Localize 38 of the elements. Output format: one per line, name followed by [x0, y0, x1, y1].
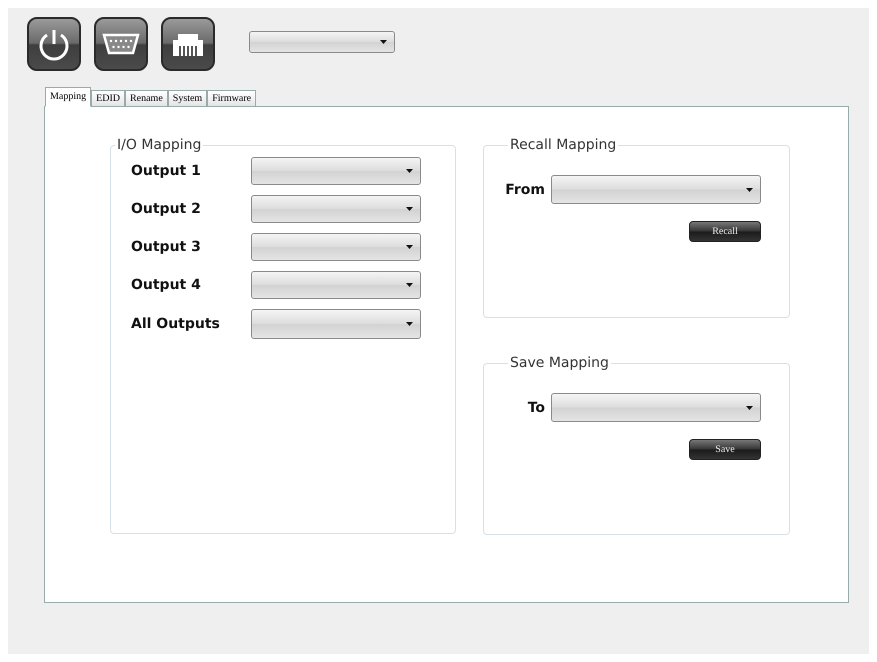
preset-dropdown[interactable]	[551, 393, 761, 422]
output-label: Output 3	[131, 239, 202, 255]
group-title: Save Mapping	[509, 355, 610, 371]
caret-icon	[380, 40, 387, 44]
caret-icon	[746, 188, 753, 192]
input-dropdown[interactable]	[251, 309, 421, 339]
serial-port-icon	[102, 33, 140, 55]
input-dropdown[interactable]	[251, 233, 421, 261]
power-button[interactable]	[27, 17, 81, 71]
group-title: I/O Mapping	[116, 137, 202, 153]
tab[interactable]: Rename	[125, 90, 168, 107]
tab[interactable]: System	[168, 90, 208, 107]
device-dropdown[interactable]	[249, 31, 395, 53]
caret-icon	[406, 207, 413, 211]
input-dropdown[interactable]	[251, 157, 421, 185]
caret-icon	[406, 283, 413, 287]
network-button[interactable]	[161, 17, 215, 71]
output-label: Output 1	[131, 163, 202, 179]
caret-icon	[406, 245, 413, 249]
tab[interactable]: Mapping	[45, 87, 92, 107]
field-label: To	[528, 400, 545, 416]
group-title: Recall Mapping	[509, 137, 618, 153]
input-dropdown[interactable]	[251, 195, 421, 223]
caret-icon	[746, 406, 753, 410]
serial-button[interactable]	[94, 17, 148, 71]
preset-dropdown[interactable]	[551, 175, 761, 204]
tab[interactable]: EDID	[91, 90, 125, 107]
output-label: Output 4	[131, 277, 202, 293]
output-label: All Outputs	[131, 316, 221, 332]
output-label: Output 2	[131, 201, 202, 217]
caret-icon	[406, 322, 413, 326]
recall-button[interactable]: Recall	[689, 221, 761, 242]
caret-icon	[406, 169, 413, 173]
field-label: From	[505, 182, 545, 198]
input-dropdown[interactable]	[251, 271, 421, 299]
power-icon	[37, 27, 71, 61]
save-button[interactable]: Save	[689, 439, 761, 460]
tab[interactable]: Firmware	[207, 90, 256, 107]
